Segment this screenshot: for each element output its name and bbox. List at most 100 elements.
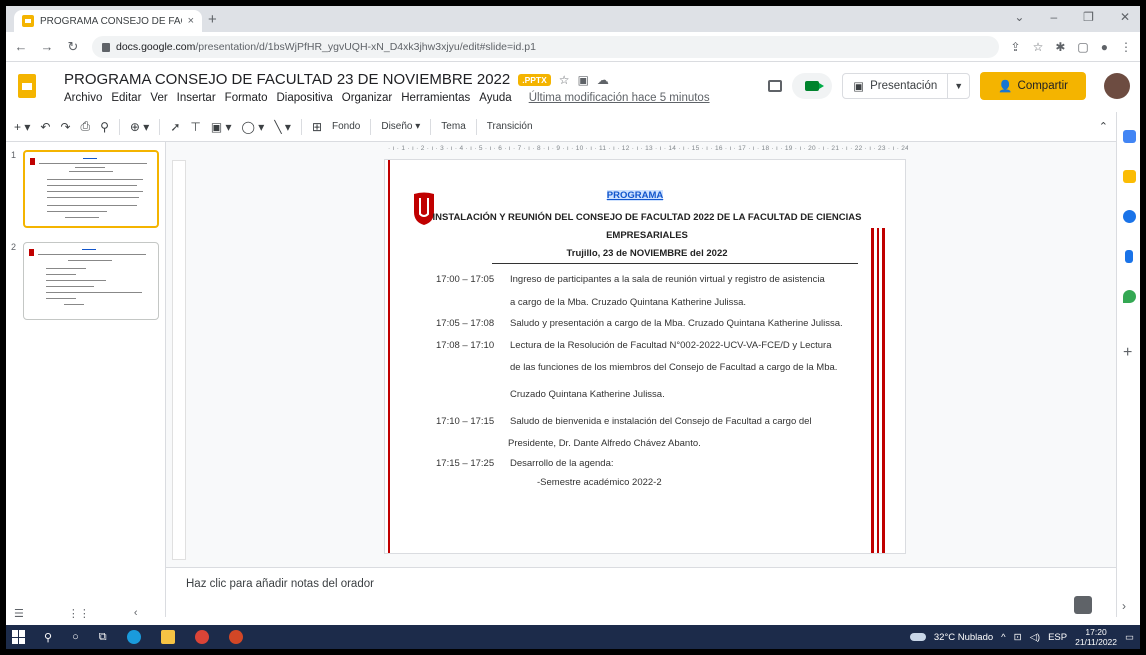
- cortana-icon[interactable]: ○: [72, 631, 79, 643]
- bookmark-star-icon[interactable]: ☆: [1033, 40, 1044, 54]
- windows-start-icon[interactable]: [12, 630, 26, 644]
- agenda-text: Saludo de bienvenida e instalación del C…: [510, 416, 812, 427]
- thumb-logo: [29, 249, 34, 256]
- doc-title-row: PROGRAMA CONSEJO DE FACULTAD 23 DE NOVIE…: [64, 71, 609, 88]
- menu-insertar[interactable]: Insertar: [177, 92, 216, 104]
- speaker-notes[interactable]: Haz clic para añadir notas del orador: [166, 567, 1116, 617]
- clock[interactable]: 17:20 21/11/2022: [1075, 627, 1117, 647]
- collapse-menus-icon[interactable]: ⌃: [1099, 120, 1108, 133]
- edge-icon[interactable]: [126, 630, 141, 644]
- slide-title-line1: INSTALACIÓN Y REUNIÓN DEL CONSEJO DE FAC…: [432, 212, 862, 223]
- toolbar-divider: [430, 118, 432, 135]
- header-actions: ▣ Presentación ▼ 👤 Compartir: [768, 72, 1130, 100]
- thumb-line: [46, 274, 76, 275]
- collapse-filmstrip-icon[interactable]: ‹: [134, 607, 138, 619]
- contacts-icon[interactable]: [1125, 250, 1133, 263]
- agenda-text: a cargo de la Mba. Cruzado Quintana Kath…: [510, 297, 747, 308]
- search-icon[interactable]: ⚲: [44, 631, 52, 644]
- extensions-icon[interactable]: ✱: [1055, 40, 1065, 54]
- show-side-panel-icon[interactable]: ›: [1122, 599, 1126, 613]
- paint-format-icon[interactable]: ⚲: [100, 120, 109, 134]
- tray-chevron-icon[interactable]: ^: [1001, 632, 1005, 643]
- explore-icon[interactable]: [1074, 596, 1092, 614]
- share-person-icon: 👤: [998, 81, 1013, 93]
- forward-arrow-icon[interactable]: →: [40, 39, 54, 54]
- weather-text[interactable]: 32°C Nublado: [934, 632, 993, 643]
- new-tab-button[interactable]: +: [208, 11, 217, 28]
- menu-formato[interactable]: Formato: [225, 92, 268, 104]
- side-panel-icon[interactable]: ▢: [1077, 40, 1088, 54]
- layout-button[interactable]: Diseño ▾: [381, 121, 420, 132]
- menu-organizar[interactable]: Organizar: [342, 92, 393, 104]
- volume-icon[interactable]: ◁): [1030, 632, 1040, 643]
- menu-diapositiva[interactable]: Diapositiva: [277, 92, 333, 104]
- reload-icon[interactable]: ↻: [66, 39, 80, 55]
- redo-icon[interactable]: ↷: [60, 120, 70, 134]
- menu-ver[interactable]: Ver: [150, 92, 167, 104]
- slide-thumbnail-1[interactable]: [23, 150, 159, 228]
- zoom-icon[interactable]: ⊕ ▾: [130, 120, 149, 134]
- image-icon[interactable]: ▣ ▾: [211, 120, 232, 134]
- file-explorer-icon[interactable]: [160, 630, 175, 644]
- keep-icon[interactable]: [1123, 170, 1136, 183]
- transition-button[interactable]: Transición: [487, 121, 533, 132]
- text-box-icon[interactable]: ⊤: [190, 120, 200, 134]
- undo-icon[interactable]: ↶: [40, 120, 50, 134]
- share-page-icon[interactable]: ⇪: [1011, 40, 1021, 54]
- minimize-button[interactable]: –: [1050, 10, 1057, 24]
- doc-title[interactable]: PROGRAMA CONSEJO DE FACULTAD 23 DE NOVIE…: [64, 71, 510, 88]
- select-cursor-icon[interactable]: ➚: [170, 120, 180, 134]
- menu-editar[interactable]: Editar: [111, 92, 141, 104]
- shape-icon[interactable]: ◯ ▾: [242, 120, 265, 134]
- menu-herramientas[interactable]: Herramientas: [401, 92, 470, 104]
- restore-button[interactable]: ❐: [1083, 10, 1094, 24]
- present-dropdown-icon[interactable]: ▼: [948, 81, 969, 91]
- add-comment-icon[interactable]: ⊞: [312, 120, 322, 134]
- agenda-time: 17:00 – 17:05: [436, 274, 495, 285]
- menu-archivo[interactable]: Archivo: [64, 92, 102, 104]
- powerpoint-icon[interactable]: [228, 630, 243, 644]
- chrome-icon[interactable]: [194, 630, 209, 644]
- avatar[interactable]: [1104, 73, 1130, 99]
- star-icon[interactable]: ☆: [559, 73, 570, 87]
- slide-thumbnail-2[interactable]: [23, 242, 159, 320]
- slides-logo-icon[interactable]: [18, 74, 36, 98]
- tab-search-icon[interactable]: ⌄: [1014, 10, 1024, 24]
- close-window-button[interactable]: ✕: [1120, 10, 1130, 24]
- move-folder-icon[interactable]: ▣: [578, 73, 589, 87]
- background-button[interactable]: Fondo: [332, 121, 360, 132]
- maps-icon[interactable]: [1123, 290, 1136, 303]
- get-addons-icon[interactable]: +: [1123, 344, 1132, 362]
- slide-canvas: · ı · 1 · ı · 2 · ı · 3 · ı · 4 · ı · 5 …: [166, 142, 1116, 567]
- language-indicator[interactable]: ESP: [1048, 632, 1067, 643]
- task-view-icon[interactable]: ⧉: [99, 631, 107, 644]
- thumb-line: [46, 280, 106, 281]
- grid-view-icon[interactable]: ⋮⋮: [68, 607, 90, 620]
- tab-title: PROGRAMA CONSEJO DE FACUL: [40, 15, 182, 27]
- url-field[interactable]: docs.google.com/presentation/d/1bsWjPfHR…: [92, 35, 999, 58]
- back-arrow-icon[interactable]: ←: [14, 39, 28, 54]
- new-slide-icon[interactable]: + ▾: [14, 120, 30, 134]
- browser-menu-icon[interactable]: ⋮: [1120, 40, 1132, 54]
- theme-button[interactable]: Tema: [441, 121, 465, 132]
- print-icon[interactable]: ⎙: [81, 119, 91, 134]
- present-button[interactable]: ▣ Presentación: [843, 74, 949, 98]
- comments-icon[interactable]: [768, 80, 783, 92]
- tasks-icon[interactable]: [1123, 210, 1136, 223]
- title-underline: [492, 263, 858, 264]
- cloud-status-icon[interactable]: ☁: [597, 73, 609, 87]
- network-icon[interactable]: ⊡: [1014, 632, 1022, 643]
- notifications-icon[interactable]: ▭: [1125, 632, 1134, 643]
- browser-tab[interactable]: PROGRAMA CONSEJO DE FACUL ×: [14, 10, 202, 32]
- share-button[interactable]: 👤 Compartir: [980, 72, 1086, 100]
- filmstrip-view-icon[interactable]: ☰: [14, 607, 24, 620]
- tab-close-icon[interactable]: ×: [188, 15, 194, 27]
- calendar-icon[interactable]: [1123, 130, 1136, 143]
- menu-ayuda[interactable]: Ayuda: [479, 92, 511, 104]
- current-slide[interactable]: PROGRAMA INSTALACIÓN Y REUNIÓN DEL CONSE…: [385, 160, 905, 553]
- last-edit-link[interactable]: Última modificación hace 5 minutos: [529, 92, 710, 104]
- line-icon[interactable]: ╲ ▾: [274, 120, 291, 134]
- agenda-text: Cruzado Quintana Katherine Julissa.: [510, 389, 665, 400]
- meet-button[interactable]: [792, 73, 833, 99]
- profile-icon[interactable]: ●: [1101, 40, 1108, 54]
